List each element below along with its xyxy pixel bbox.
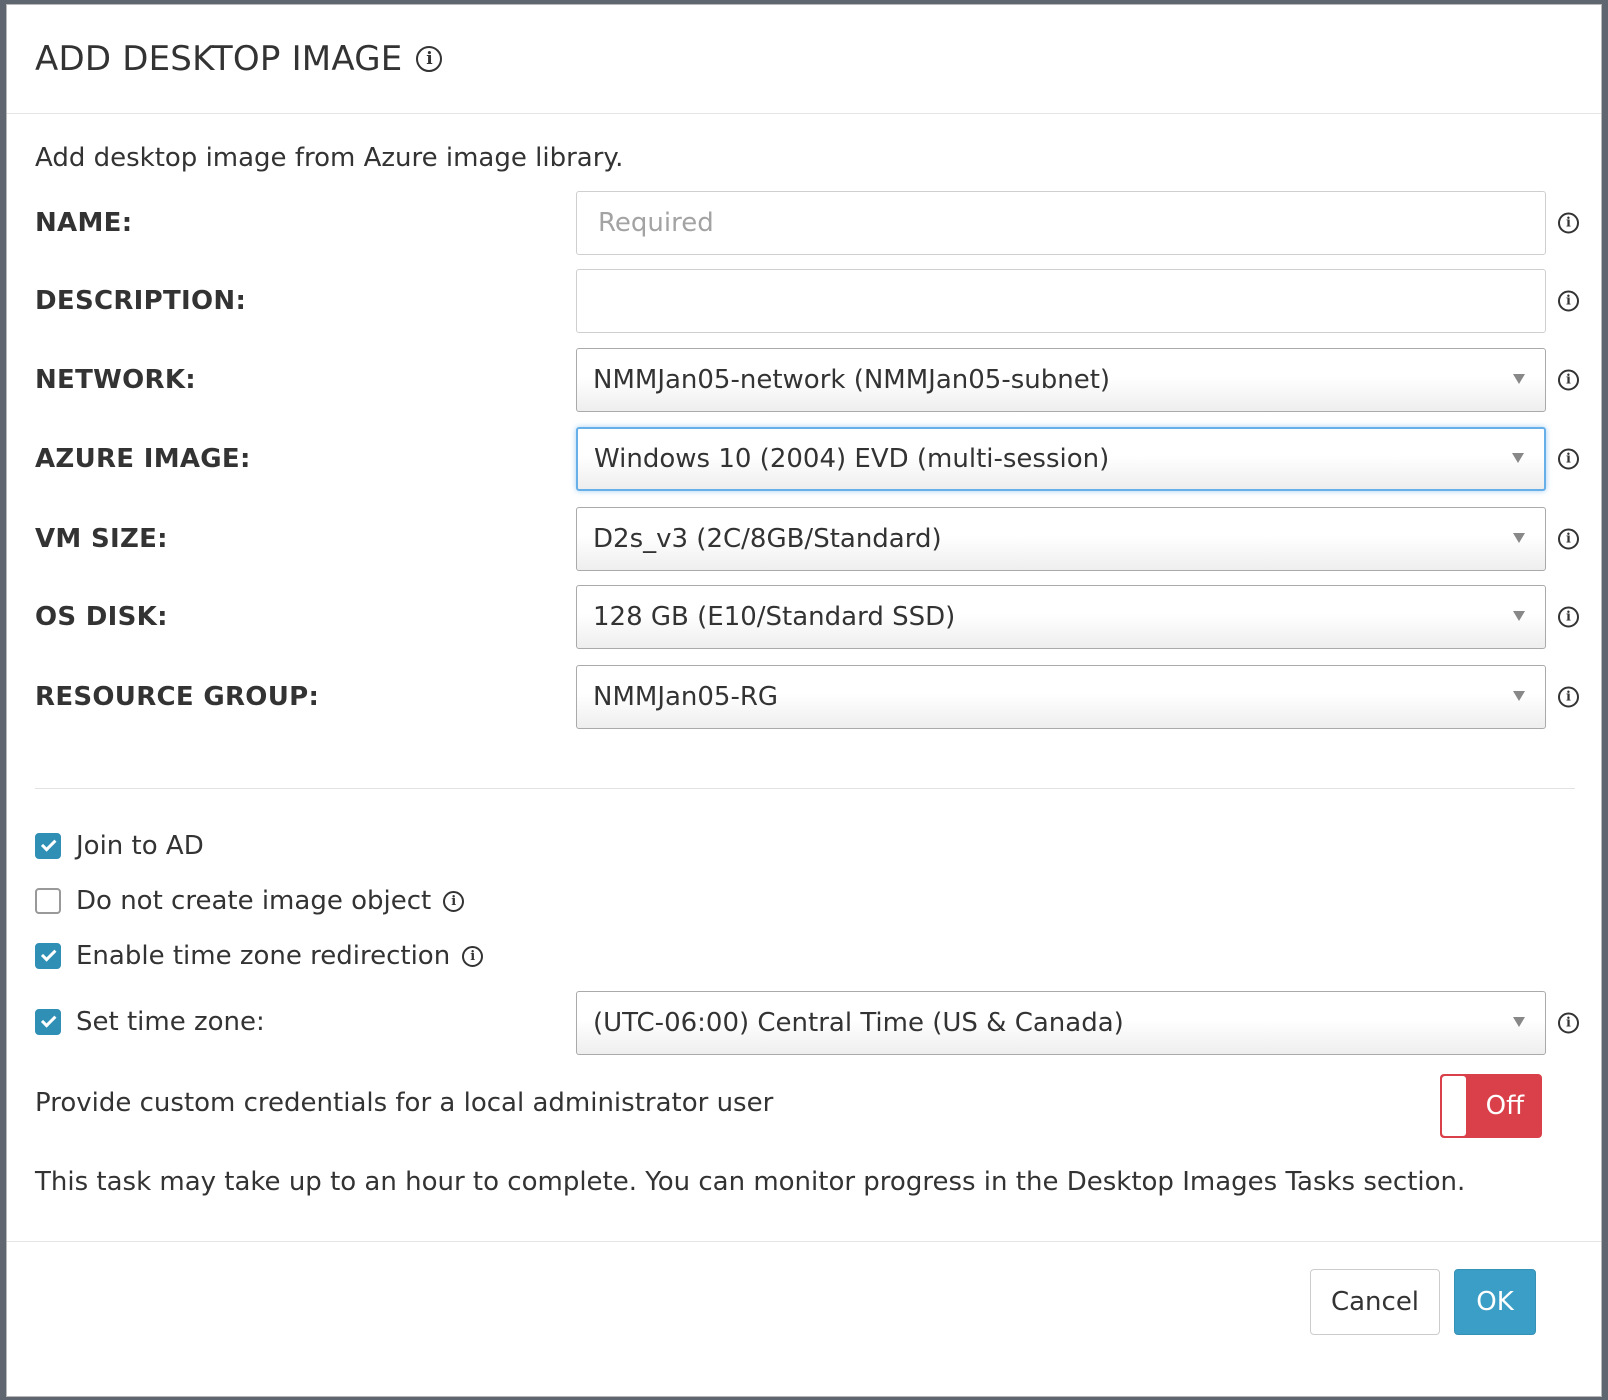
join-ad-checkbox[interactable] <box>35 833 61 859</box>
toggle-knob <box>1442 1076 1466 1136</box>
os-disk-row: OS DISK: 128 GB (E10/Standard SSD) i <box>35 585 1579 649</box>
azure-image-label: AZURE IMAGE: <box>35 444 251 474</box>
chevron-down-icon <box>1513 691 1525 701</box>
network-info-icon[interactable]: i <box>1558 369 1579 391</box>
azure-image-info-icon[interactable]: i <box>1558 448 1579 470</box>
tz-redirection-checkbox[interactable] <box>35 943 61 969</box>
description-input[interactable] <box>576 269 1546 333</box>
credentials-label: Provide custom credentials for a local a… <box>35 1088 774 1118</box>
checkmark-icon <box>40 946 57 962</box>
chevron-down-icon <box>1513 1017 1525 1027</box>
resource-group-label: RESOURCE GROUP: <box>35 682 320 712</box>
title-info-icon[interactable]: i <box>416 46 443 72</box>
name-input[interactable] <box>576 191 1546 255</box>
os-disk-selected-value: 128 GB (E10/Standard SSD) <box>593 602 956 632</box>
tz-redirection-option[interactable]: Enable time zone redirection i <box>35 936 484 976</box>
section-divider <box>35 788 1575 789</box>
vm-size-row: VM SIZE: D2s_v3 (2C/8GB/Standard) i <box>35 507 1579 571</box>
description-row: DESCRIPTION: i <box>35 269 1579 333</box>
network-label: NETWORK: <box>35 365 197 395</box>
dialog-intro: Add desktop image from Azure image libra… <box>35 143 624 173</box>
tz-redirection-label[interactable]: Enable time zone redirection <box>76 941 450 971</box>
dialog-title: ADD DESKTOP IMAGE <box>35 39 403 79</box>
time-zone-selected-value: (UTC-06:00) Central Time (US & Canada) <box>593 1008 1124 1038</box>
cancel-button[interactable]: Cancel <box>1310 1269 1440 1335</box>
resource-group-selected-value: NMMJan05-RG <box>593 682 779 712</box>
join-ad-label[interactable]: Join to AD <box>76 831 204 861</box>
time-zone-select[interactable]: (UTC-06:00) Central Time (US & Canada) <box>576 991 1546 1055</box>
footer-divider <box>7 1241 1601 1242</box>
task-duration-note: This task may take up to an hour to comp… <box>35 1167 1466 1197</box>
os-disk-select[interactable]: 128 GB (E10/Standard SSD) <box>576 585 1546 649</box>
name-label: NAME: <box>35 208 133 238</box>
description-info-icon[interactable]: i <box>1558 290 1579 312</box>
network-selected-value: NMMJan05-network (NMMJan05-subnet) <box>593 365 1111 395</box>
no-image-object-info-icon[interactable]: i <box>443 890 465 912</box>
credentials-toggle[interactable]: Off <box>1440 1074 1542 1138</box>
description-label: DESCRIPTION: <box>35 286 247 316</box>
network-row: NETWORK: NMMJan05-network (NMMJan05-subn… <box>35 348 1579 412</box>
os-disk-info-icon[interactable]: i <box>1558 606 1579 628</box>
vm-size-selected-value: D2s_v3 (2C/8GB/Standard) <box>593 524 942 554</box>
name-row: NAME: i <box>35 191 1579 255</box>
vm-size-label: VM SIZE: <box>35 524 168 554</box>
chevron-down-icon <box>1512 453 1524 463</box>
azure-image-row: AZURE IMAGE: Windows 10 (2004) EVD (mult… <box>35 427 1579 491</box>
chevron-down-icon <box>1513 611 1525 621</box>
azure-image-select[interactable]: Windows 10 (2004) EVD (multi-session) <box>576 427 1546 491</box>
add-desktop-image-dialog: ADD DESKTOP IMAGE i Add desktop image fr… <box>6 4 1602 1397</box>
tz-redirection-info-icon[interactable]: i <box>462 945 484 967</box>
toggle-state-text: Off <box>1485 1091 1524 1121</box>
join-ad-option[interactable]: Join to AD <box>35 826 204 866</box>
os-disk-label: OS DISK: <box>35 602 168 632</box>
dialog-header: ADD DESKTOP IMAGE i <box>7 5 1601 114</box>
checkmark-icon <box>40 836 57 852</box>
time-zone-row: (UTC-06:00) Central Time (US & Canada) i <box>35 991 1579 1055</box>
resource-group-select[interactable]: NMMJan05-RG <box>576 665 1546 729</box>
network-select[interactable]: NMMJan05-network (NMMJan05-subnet) <box>576 348 1546 412</box>
name-info-icon[interactable]: i <box>1558 212 1579 234</box>
ok-button[interactable]: OK <box>1454 1269 1536 1335</box>
chevron-down-icon <box>1513 533 1525 543</box>
time-zone-info-icon[interactable]: i <box>1558 1012 1579 1034</box>
no-image-object-checkbox[interactable] <box>35 888 61 914</box>
no-image-object-option[interactable]: Do not create image object i <box>35 881 465 921</box>
no-image-object-label[interactable]: Do not create image object <box>76 886 431 916</box>
resource-group-info-icon[interactable]: i <box>1558 686 1579 708</box>
vm-size-select[interactable]: D2s_v3 (2C/8GB/Standard) <box>576 507 1546 571</box>
chevron-down-icon <box>1513 374 1525 384</box>
vm-size-info-icon[interactable]: i <box>1558 528 1579 550</box>
azure-image-selected-value: Windows 10 (2004) EVD (multi-session) <box>594 444 1110 474</box>
resource-group-row: RESOURCE GROUP: NMMJan05-RG i <box>35 665 1579 729</box>
